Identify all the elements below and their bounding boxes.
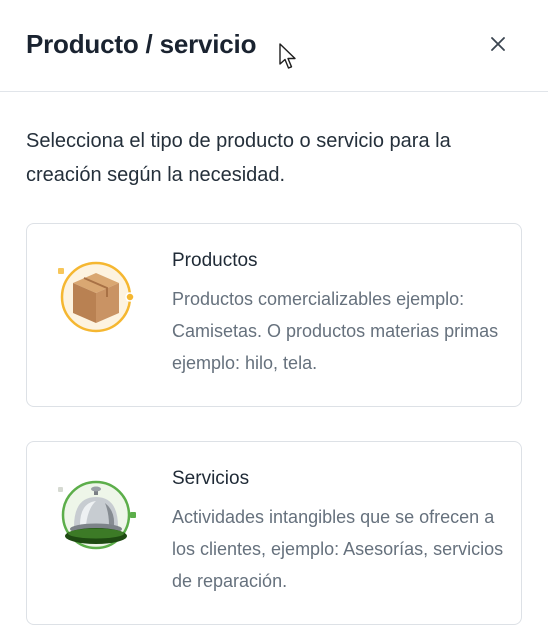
modal-description: Selecciona el tipo de producto o servici…	[26, 130, 451, 186]
modal-header: Producto / servicio	[0, 0, 548, 92]
option-card-productos[interactable]: Productos Productos comercializables eje…	[26, 223, 522, 407]
mouse-cursor-icon	[279, 43, 296, 69]
close-button[interactable]	[486, 32, 510, 56]
option-description: Productos comercializables ejemplo: Cami…	[172, 289, 499, 373]
option-title: Productos	[172, 250, 258, 271]
close-icon	[491, 37, 505, 51]
modal-title: Producto / servicio	[26, 29, 257, 59]
cardboard-box-icon	[58, 261, 135, 333]
option-card-servicios[interactable]: Servicios Actividades intangibles que se…	[26, 441, 522, 625]
option-description: Actividades intangibles que se ofrecen a…	[172, 507, 504, 591]
service-bell-icon	[58, 480, 136, 550]
option-title: Servicios	[172, 468, 250, 489]
